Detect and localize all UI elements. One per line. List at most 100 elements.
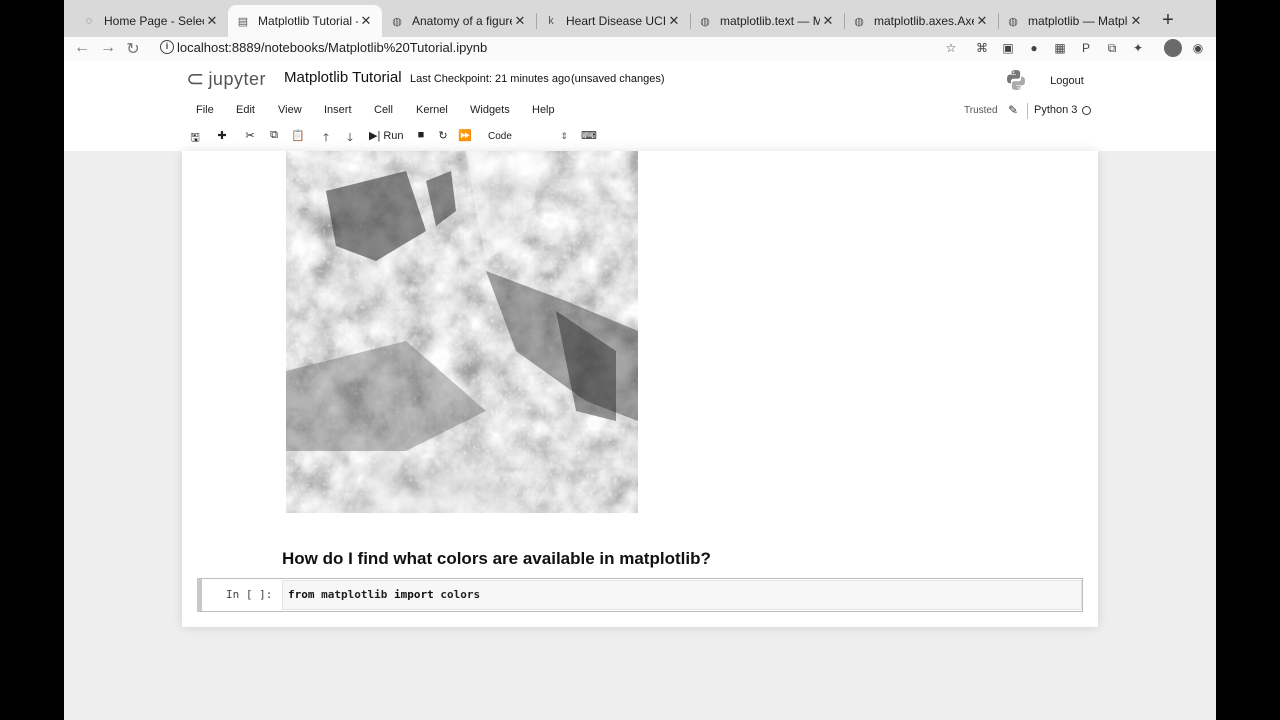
notebook-title[interactable]: Matplotlib Tutorial xyxy=(284,69,402,86)
tab-title: matplotlib.text — Mat xyxy=(720,14,820,28)
satellite-terrain-image xyxy=(286,151,638,513)
new-tab-button[interactable]: + xyxy=(1156,9,1180,32)
tab-title: matplotlib — Matplotl xyxy=(1028,14,1128,28)
step-forward-icon: ▶︎| xyxy=(369,130,381,142)
browser-tab-2[interactable]: ▤ Matplotlib Tutorial - J ✕ xyxy=(228,5,382,37)
profile-avatar[interactable] xyxy=(1164,39,1182,57)
matplotlib-icon: ◍ xyxy=(392,15,402,28)
matplotlib-icon: ◍ xyxy=(1008,15,1018,28)
reload-icon[interactable]: ↻ xyxy=(123,39,143,59)
menu-help[interactable]: Help xyxy=(532,104,555,116)
tab-title: Matplotlib Tutorial - J xyxy=(258,14,358,28)
notebook-container: How do I find what colors are available … xyxy=(182,151,1098,627)
paste-icon[interactable]: 📋 xyxy=(289,129,307,142)
loading-icon: ◌ xyxy=(85,15,93,27)
close-tab-icon[interactable]: ✕ xyxy=(1128,13,1144,29)
matplotlib-icon: ◍ xyxy=(700,15,710,28)
jupyter-page: ⊂ jupyter Matplotlib Tutorial Last Check… xyxy=(64,61,1216,720)
browser-tab-5[interactable]: ◍ matplotlib.text — Mat ✕ xyxy=(690,5,844,37)
screen: ◌ Home Page - Select o ✕ ▤ Matplotlib Tu… xyxy=(64,0,1216,720)
tab-title: Home Page - Select o xyxy=(104,14,204,28)
extension-icon[interactable]: ✦ xyxy=(1130,40,1146,56)
divider xyxy=(1027,103,1028,119)
forward-arrow-icon[interactable]: → xyxy=(98,39,118,57)
browser-tab-strip: ◌ Home Page - Select o ✕ ▤ Matplotlib Tu… xyxy=(64,0,1216,37)
code-name: colors xyxy=(440,588,481,601)
move-up-icon[interactable]: 🡑 xyxy=(317,129,335,148)
extension-icon[interactable]: ◉ xyxy=(1190,40,1206,56)
menu-widgets[interactable]: Widgets xyxy=(470,104,510,116)
run-button[interactable]: ▶︎| Run xyxy=(369,129,404,143)
tab-title: Anatomy of a figure xyxy=(412,14,512,28)
save-icon[interactable]: 🖫 xyxy=(186,129,204,148)
keyboard-icon[interactable]: ⌨ xyxy=(580,129,598,142)
jupyter-logo-icon: ⊂ xyxy=(186,66,205,91)
close-tab-icon[interactable]: ✕ xyxy=(358,13,374,29)
jupyter-logo[interactable]: ⊂ jupyter xyxy=(186,66,266,92)
extension-icon[interactable]: ▣ xyxy=(1000,40,1016,56)
unsaved-status: (unsaved changes) xyxy=(571,73,665,85)
code-editor[interactable]: from matplotlib import colors xyxy=(282,580,1082,610)
trusted-indicator[interactable]: Trusted xyxy=(964,105,998,116)
python-logo-icon xyxy=(1007,70,1025,90)
bookmark-star-icon[interactable]: ☆ xyxy=(943,40,959,56)
pencil-icon[interactable]: ✎ xyxy=(1008,103,1018,117)
menu-cell[interactable]: Cell xyxy=(374,104,393,116)
select-arrows-icon: ⇕ xyxy=(560,131,568,141)
restart-icon[interactable]: ↻ xyxy=(434,129,452,142)
kaggle-icon: k xyxy=(548,15,554,27)
jupyter-header: ⊂ jupyter Matplotlib Tutorial Last Check… xyxy=(64,61,1216,151)
code-keyword: from xyxy=(288,588,315,601)
browser-tab-7[interactable]: ◍ matplotlib — Matplotl ✕ xyxy=(998,5,1152,37)
browser-tab-3[interactable]: ◍ Anatomy of a figure ✕ xyxy=(382,5,536,37)
translate-icon[interactable]: ⌘ xyxy=(974,40,990,56)
menu-view[interactable]: View xyxy=(278,104,302,116)
copy-icon[interactable]: ⧉ xyxy=(265,129,283,142)
menu-edit[interactable]: Edit xyxy=(236,104,255,116)
menu-insert[interactable]: Insert xyxy=(324,104,352,116)
browser-tab-1[interactable]: ◌ Home Page - Select o ✕ xyxy=(74,5,228,37)
cut-icon[interactable]: ✂ xyxy=(241,129,259,142)
logout-button[interactable]: Logout xyxy=(1036,70,1098,92)
extension-icon[interactable]: ▦ xyxy=(1052,40,1068,56)
code-cell[interactable]: In [ ]: from matplotlib import colors xyxy=(197,578,1083,612)
address-bar[interactable]: localhost:8889/notebooks/Matplotlib%20Tu… xyxy=(177,40,487,55)
back-arrow-icon[interactable]: ← xyxy=(72,39,92,57)
jupyter-doc-icon: ▤ xyxy=(237,15,249,28)
extension-icon[interactable]: P xyxy=(1078,40,1094,56)
jupyter-logo-text: jupyter xyxy=(208,68,266,89)
kernel-name[interactable]: Python 3 xyxy=(1034,104,1077,116)
code-module: matplotlib xyxy=(321,588,388,601)
stop-icon[interactable]: ■ xyxy=(412,129,430,141)
matplotlib-icon: ◍ xyxy=(854,15,864,28)
close-tab-icon[interactable]: ✕ xyxy=(512,13,528,29)
browser-tab-4[interactable]: k Heart Disease UCI | K ✕ xyxy=(536,5,690,37)
extension-icon[interactable]: ⧉ xyxy=(1104,40,1120,56)
code-keyword: import xyxy=(393,588,434,601)
close-tab-icon[interactable]: ✕ xyxy=(974,13,990,29)
run-label: Run xyxy=(383,129,404,142)
fast-forward-icon[interactable]: ⏩ xyxy=(456,129,474,142)
menu-kernel[interactable]: Kernel xyxy=(416,104,448,116)
browser-toolbar: ← → ↻ i localhost:8889/notebooks/Matplot… xyxy=(64,37,1216,61)
output-image xyxy=(286,151,638,513)
cell-type-value: Code xyxy=(488,131,512,142)
close-tab-icon[interactable]: ✕ xyxy=(666,13,682,29)
site-info-icon[interactable]: i xyxy=(160,40,174,54)
tab-title: matplotlib.axes.Axes.t xyxy=(874,14,974,28)
markdown-heading: How do I find what colors are available … xyxy=(282,549,711,568)
tab-title: Heart Disease UCI | K xyxy=(566,14,666,28)
browser-tab-6[interactable]: ◍ matplotlib.axes.Axes.t ✕ xyxy=(844,5,998,37)
extension-icon[interactable]: ● xyxy=(1026,40,1042,56)
notebook-toolbar: 🖫 ✚ ✂ ⧉ 📋 🡑 🡓 ▶︎| Run ■ ↻ ⏩ Code ⇕ ⌨ xyxy=(64,125,1216,149)
kernel-idle-icon xyxy=(1082,106,1091,115)
menu-file[interactable]: File xyxy=(196,104,214,116)
cell-type-select[interactable]: Code ⇕ xyxy=(484,127,570,146)
menu-bar: File Edit View Insert Cell Kernel Widget… xyxy=(64,101,1216,121)
close-tab-icon[interactable]: ✕ xyxy=(204,13,220,29)
checkpoint-status: Last Checkpoint: 21 minutes ago xyxy=(410,73,571,85)
cell-prompt: In [ ]: xyxy=(226,588,273,601)
move-down-icon[interactable]: 🡓 xyxy=(341,129,359,148)
close-tab-icon[interactable]: ✕ xyxy=(820,13,836,29)
add-cell-icon[interactable]: ✚ xyxy=(213,129,231,142)
